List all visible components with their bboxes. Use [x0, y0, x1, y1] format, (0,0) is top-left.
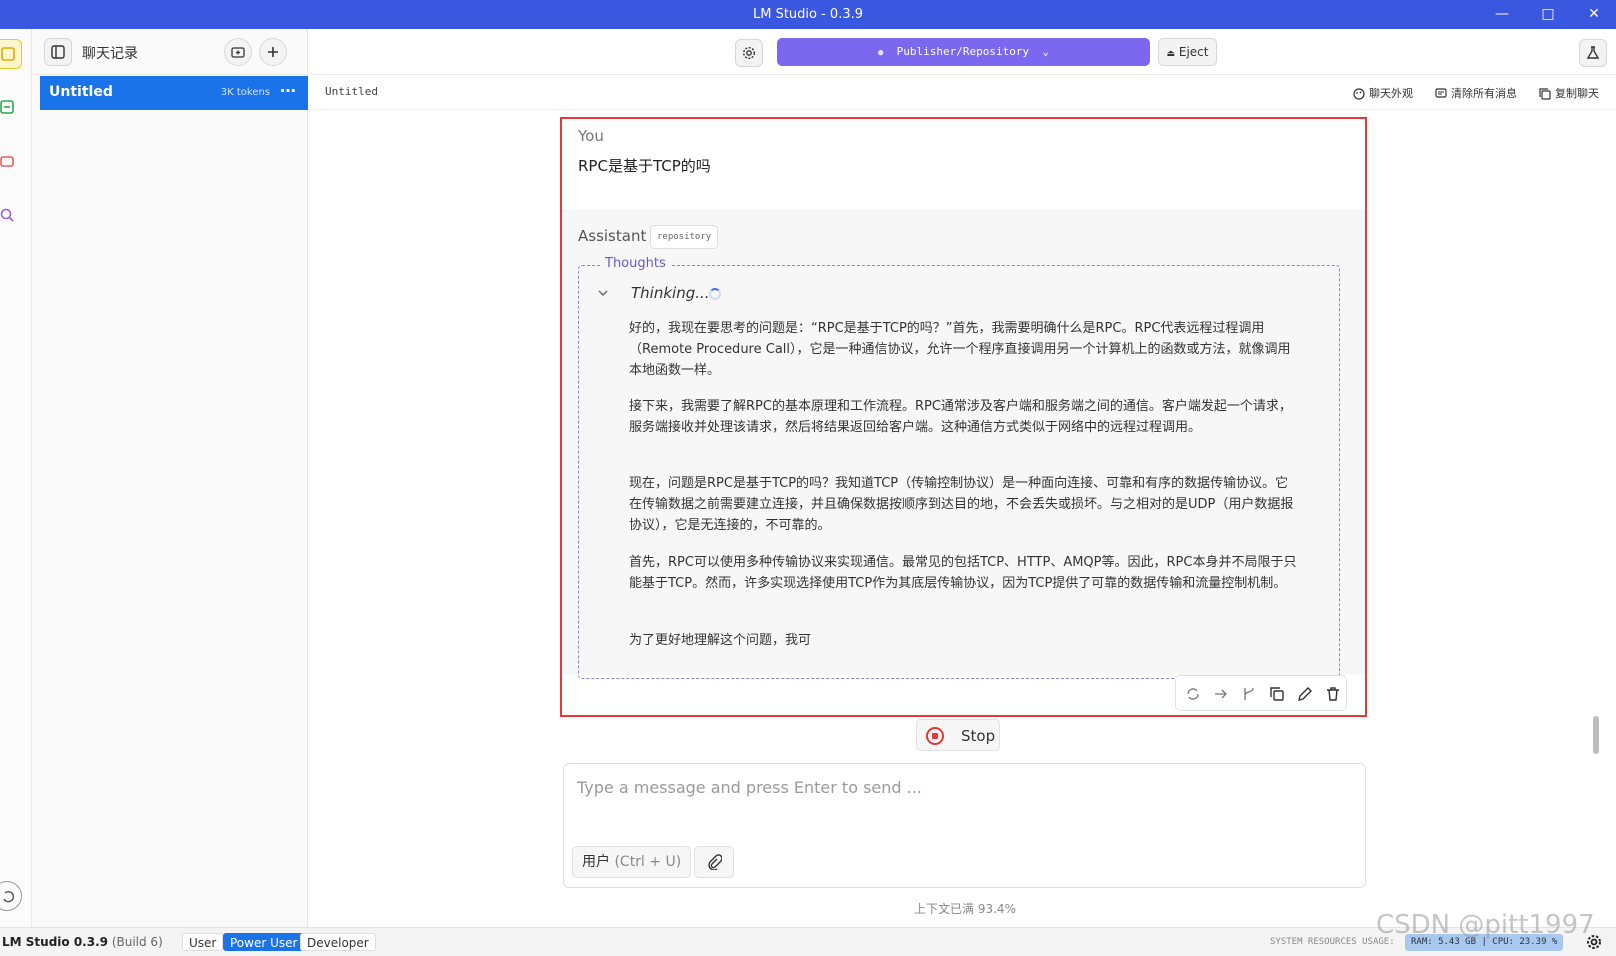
rail-update-button[interactable]: [0, 881, 22, 911]
thought-paragraph: 接下来，我需要了解RPC的基本原理和工作流程。RPC通常涉及客户端和服务端之间的…: [629, 399, 1292, 435]
stop-icon: [926, 727, 944, 745]
model-tag: repository: [650, 225, 719, 249]
mode-developer-button[interactable]: Developer: [300, 933, 376, 951]
scrollbar-thumb[interactable]: [1593, 716, 1599, 754]
app-version: LM Studio 0.3.9 (Build 6): [2, 935, 163, 949]
sidebar-title: 聊天记录: [82, 46, 138, 62]
thought-paragraph: 现在，问题是RPC是基于TCP的吗？我知道TCP（传输控制协议）是一种面向连接、…: [629, 476, 1294, 533]
chat-sidebar: 聊天记录 Untitled 3K tokens ⋯: [32, 29, 308, 927]
copy-label: 复制聊天: [1555, 87, 1599, 100]
message-input[interactable]: Type a message and press Enter to send .…: [563, 763, 1366, 888]
refresh-icon: [3, 890, 15, 903]
app-rail: [0, 29, 32, 927]
folder-icon: [0, 156, 14, 167]
clear-label: 清除所有消息: [1451, 87, 1517, 100]
maximize-button[interactable]: □: [1537, 4, 1559, 24]
copy-icon[interactable]: [1268, 685, 1286, 703]
thinking-label: Thinking...: [631, 284, 710, 302]
arrow-right-icon[interactable]: [1212, 685, 1230, 703]
rail-chat-button[interactable]: [0, 39, 22, 69]
clear-messages-button[interactable]: 清除所有消息: [1435, 85, 1517, 101]
thought-paragraph: 首先，RPC可以使用多种传输协议来实现通信。最常见的包括TCP、HTTP、AMQ…: [629, 555, 1297, 591]
rail-models-button[interactable]: [0, 147, 22, 177]
minimize-button[interactable]: —: [1491, 4, 1513, 24]
sidebar-header: 聊天记录: [32, 29, 308, 75]
window-titlebar: LM Studio - 0.3.9 — □ ✕: [0, 0, 1616, 29]
sidebar-toggle-icon: [51, 45, 65, 59]
message-panel: You RPC是基于TCP的吗 Assistant repository Tho…: [560, 117, 1367, 717]
thoughts-block: Thoughts Thinking... 好的，我现在要思考的问题是：“RPC是…: [578, 256, 1340, 679]
mode-power-user-button[interactable]: Power User: [223, 933, 305, 951]
palette-icon: [1353, 88, 1365, 100]
search-icon: [0, 208, 14, 222]
eject-button[interactable]: ⏏ Eject: [1158, 38, 1217, 66]
loading-spinner-icon: [709, 288, 721, 300]
model-selector-button[interactable]: ● Publisher/Repository ⌄: [777, 38, 1150, 66]
stop-generation-button[interactable]: Stop: [916, 719, 1000, 751]
chat-icon: [1, 47, 15, 61]
rail-discover-button[interactable]: [0, 201, 22, 231]
chat-title[interactable]: Untitled: [325, 85, 378, 98]
context-usage: 上下文已满 93.4%: [914, 902, 1016, 916]
chat-item-name: Untitled: [49, 84, 113, 100]
trash-icon[interactable]: [1324, 685, 1342, 703]
collapse-thoughts-icon[interactable]: [597, 284, 609, 303]
chat-item-tokens: 3K tokens: [220, 87, 270, 98]
watermark: CSDN @pitt1997: [1376, 910, 1595, 940]
paperclip-icon: [708, 854, 722, 870]
rail-developer-button[interactable]: [0, 93, 22, 123]
branch-icon[interactable]: [1240, 685, 1258, 703]
new-chat-button[interactable]: [259, 38, 287, 66]
gear-icon: [742, 46, 756, 60]
regenerate-icon[interactable]: [1184, 685, 1202, 703]
eject-label: Eject: [1178, 45, 1209, 59]
eject-icon: ⏏: [1166, 49, 1176, 59]
chat-list-item[interactable]: Untitled 3K tokens ⋯: [40, 76, 308, 110]
appearance-label: 聊天外观: [1369, 87, 1413, 100]
close-button[interactable]: ✕: [1583, 4, 1605, 24]
thoughts-label: Thoughts: [601, 256, 670, 271]
more-options-icon[interactable]: ⋯: [280, 81, 296, 100]
plus-icon: [268, 47, 278, 57]
flask-icon: [1586, 46, 1600, 59]
user-label: You: [578, 127, 604, 145]
copy-chat-button[interactable]: 复制聊天: [1539, 85, 1599, 101]
assistant-label: Assistant: [578, 227, 647, 245]
top-toolbar: ● Publisher/Repository ⌄ ⏏ Eject: [309, 29, 1616, 75]
status-bar: LM Studio 0.3.9 (Build 6) User Power Use…: [0, 927, 1616, 956]
attach-file-button[interactable]: [694, 846, 734, 878]
chevron-down-icon: ⌄: [1042, 45, 1049, 58]
lab-button[interactable]: [1579, 39, 1607, 67]
clear-icon: [1435, 88, 1447, 98]
stop-label: Stop: [961, 727, 996, 745]
model-name: Publisher/Repository: [896, 45, 1030, 58]
mode-user-button[interactable]: User: [182, 933, 224, 951]
user-message: RPC是基于TCP的吗: [578, 157, 711, 175]
role-label: 用户: [582, 854, 610, 870]
copy-icon: [1539, 88, 1551, 100]
build-number: (Build 6): [111, 935, 163, 949]
new-folder-icon: [231, 47, 245, 58]
edit-icon[interactable]: [1296, 685, 1314, 703]
message-input-placeholder: Type a message and press Enter to send .…: [577, 778, 922, 797]
settings-button[interactable]: [735, 39, 763, 67]
thought-paragraph: 好的，我现在要思考的问题是：“RPC是基于TCP的吗？”首先，我需要明确什么是R…: [629, 321, 1291, 378]
role-shortcut: (Ctrl + U): [614, 854, 682, 870]
appearance-button[interactable]: 聊天外观: [1353, 85, 1413, 101]
role-toggle-button[interactable]: 用户 (Ctrl + U): [572, 846, 692, 878]
message-actions-bar: [1175, 675, 1347, 711]
chat-subbar: Untitled 聊天外观 清除所有消息 复制聊天: [309, 76, 1616, 110]
model-icon: ●: [878, 48, 884, 58]
window-title: LM Studio - 0.3.9: [752, 7, 864, 22]
thought-paragraph: 为了更好地理解这个问题，我可: [629, 633, 812, 648]
new-folder-button[interactable]: [224, 38, 252, 66]
toggle-sidebar-button[interactable]: [44, 38, 72, 66]
terminal-icon: [0, 100, 14, 114]
app-name: LM Studio 0.3.9: [2, 935, 108, 949]
